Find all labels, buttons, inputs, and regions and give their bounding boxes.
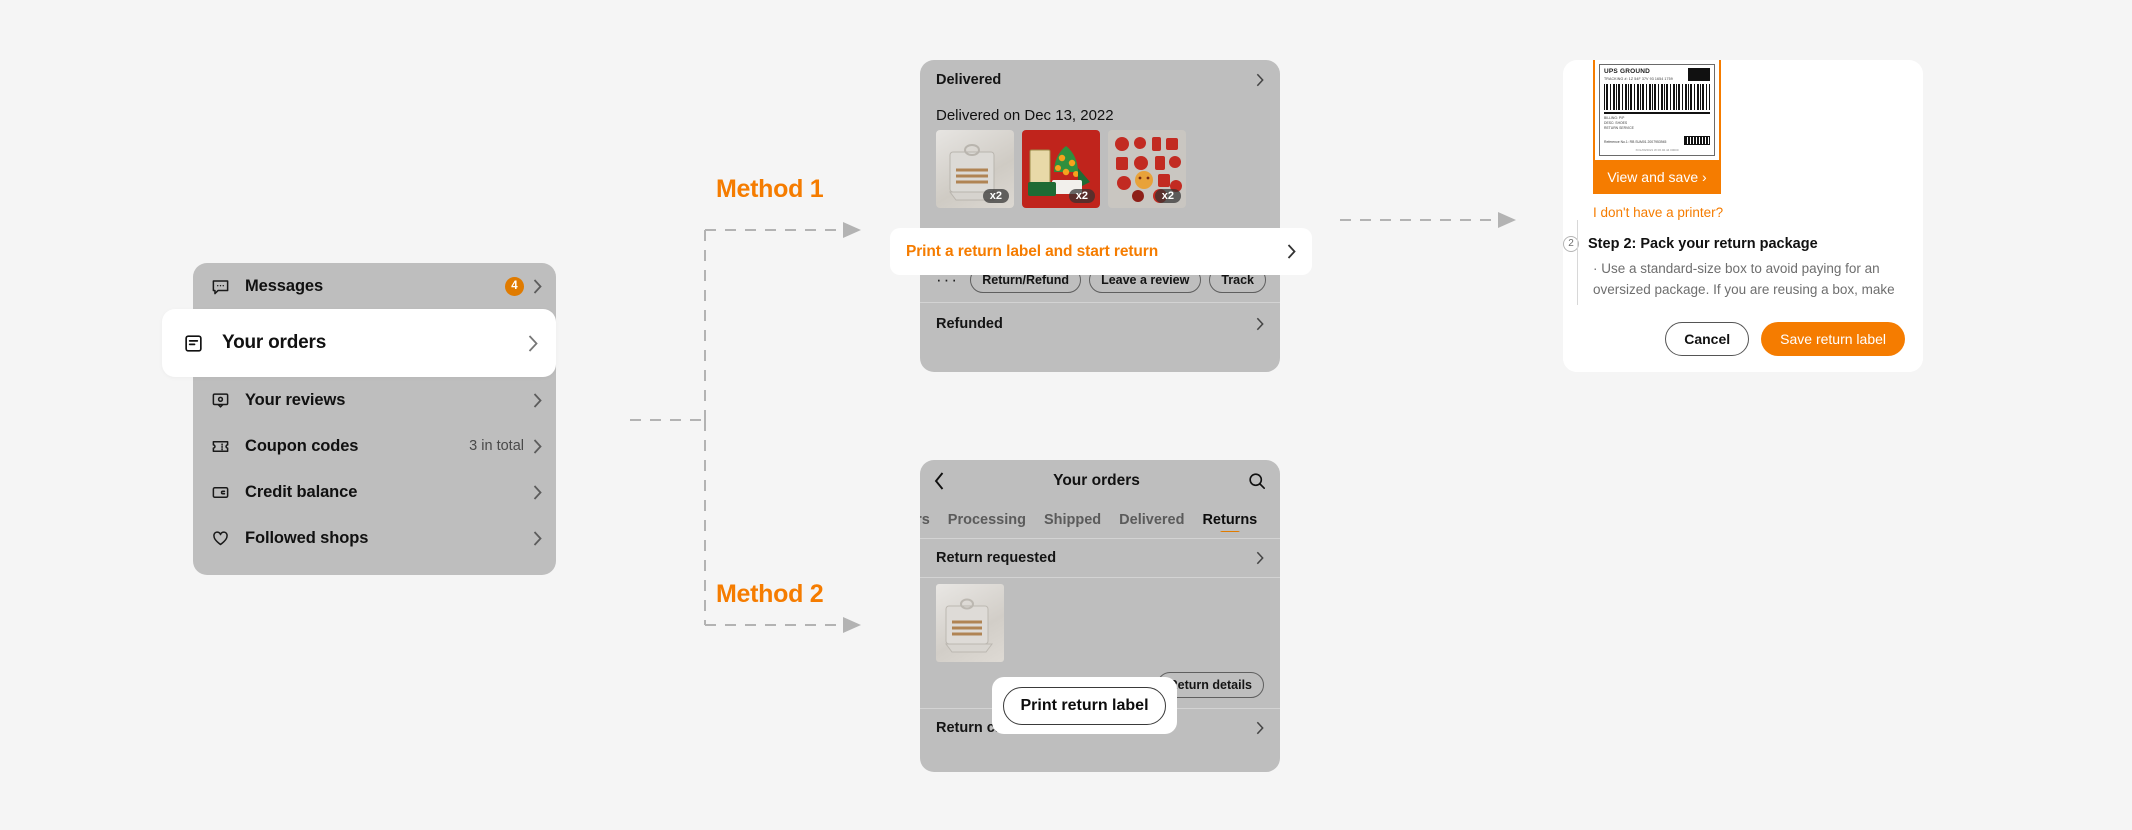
no-printer-link[interactable]: I don't have a printer? <box>1593 194 1923 220</box>
tab-processing[interactable]: Processing <box>948 512 1026 532</box>
shipping-label[interactable]: UPS GROUND TRACKING #: 1Z 54F 37V 93 165… <box>1599 64 1715 156</box>
method-1-label: Method 1 <box>716 175 824 203</box>
coupon-icon <box>209 435 231 457</box>
carrier-name: UPS GROUND <box>1604 68 1651 75</box>
orders-header: Your orders <box>920 460 1280 502</box>
order-thumbnails: x2 x2 x2 <box>920 128 1280 208</box>
sidebar-item-followed-shops[interactable]: Followed shops <box>193 515 556 561</box>
product-thumbnail[interactable] <box>936 584 1004 662</box>
review-icon <box>209 389 231 411</box>
refunded-section[interactable]: Refunded <box>920 303 1280 345</box>
print-return-label-start-return-row[interactable]: Print a return label and start return <box>890 228 1312 275</box>
chevron-right-icon <box>533 438 542 454</box>
sidebar-item-coupon-codes[interactable]: Coupon codes 3 in total <box>193 423 556 469</box>
sidebar-item-messages[interactable]: Messages 4 <box>193 263 556 309</box>
sidebar-item-label: Your reviews <box>245 390 346 409</box>
search-icon[interactable] <box>1248 472 1266 490</box>
diagram-canvas: Method 1 Method 2 Messages 4 Your review… <box>0 0 2132 830</box>
label-service-lines: BILLING: P/P DESC: SHOES RETURN SERVICE <box>1604 116 1634 130</box>
chevron-right-icon <box>533 392 542 408</box>
tab-returns[interactable]: Returns <box>1202 512 1257 532</box>
return-item-thumbnail-wrap <box>920 578 1280 662</box>
chevron-right-icon <box>533 278 542 294</box>
view-and-save-button[interactable]: View and save › <box>1593 159 1721 194</box>
step-body-text: · Use a standard-size box to avoid payin… <box>1593 260 1895 297</box>
heart-icon <box>209 527 231 549</box>
return-label-footer: Cancel Save return label <box>1563 305 1923 372</box>
sidebar-item-credit-balance[interactable]: Credit balance <box>193 469 556 515</box>
sidebar-item-label: Coupon codes <box>245 436 359 455</box>
sidebar-item-your-orders[interactable]: Your orders <box>162 309 556 377</box>
chevron-right-icon <box>1256 317 1264 331</box>
maxicode-icon <box>1684 135 1710 145</box>
refunded-label: Refunded <box>936 316 1003 332</box>
step-2-block: 2 Step 2: Pack your return package · Use… <box>1563 219 1923 331</box>
return-requested-label: Return requested <box>936 550 1057 566</box>
step-title: Step 2: Pack your return package <box>1588 235 1818 252</box>
tracking-number: TRACKING #: 1Z 54F 37V 93 1654 1759 <box>1604 77 1673 82</box>
tab-all-orders[interactable]: ers <box>920 512 930 532</box>
print-return-label-text: Print a return label and start return <box>906 242 1159 260</box>
page-title: Your orders <box>1053 472 1140 489</box>
quantity-badge: x2 <box>1068 189 1095 203</box>
save-return-label-button[interactable]: Save return label <box>1761 321 1905 356</box>
method-2-label: Method 2 <box>716 580 824 608</box>
chevron-right-icon <box>1287 244 1296 259</box>
orders-icon <box>182 332 204 354</box>
print-return-label-button[interactable]: Print return label <box>1003 686 1166 725</box>
delivered-date: Delivered on Dec 13, 2022 <box>936 107 1114 124</box>
print-return-label-highlight: Print return label <box>992 677 1177 734</box>
barcode-icon <box>1604 84 1710 111</box>
order-status-label: Delivered <box>936 72 1002 88</box>
sidebar-highlight-label: Your orders <box>222 332 327 353</box>
return-requested-section[interactable]: Return requested <box>920 539 1280 577</box>
quantity-badge: x2 <box>982 189 1009 203</box>
tab-delivered[interactable]: Delivered <box>1119 512 1184 532</box>
chevron-right-icon <box>1256 721 1264 735</box>
chevron-right-icon <box>533 484 542 500</box>
sidebar-item-label: Messages <box>245 276 324 295</box>
sidebar-item-label: Credit balance <box>245 482 358 501</box>
orders-tabs: ers Processing Shipped Delivered Returns <box>920 502 1280 532</box>
chevron-right-icon <box>1256 551 1264 565</box>
label-reference: Reference No.1: RB SUM01 2007953945 <box>1604 140 1667 144</box>
wallet-icon <box>209 481 231 503</box>
shipping-label-frame: UPS GROUND TRACKING #: 1Z 54F 37V 93 165… <box>1593 60 1721 160</box>
quantity-badge: x2 <box>1154 189 1181 203</box>
message-icon <box>209 275 231 297</box>
sidebar-item-browsing-history[interactable]: Browsing history <box>193 569 556 575</box>
coupon-count: 3 in total <box>469 438 524 454</box>
product-thumbnail[interactable]: x2 <box>1022 130 1100 208</box>
sidebar-item-label: Followed shops <box>245 528 369 547</box>
unread-badge: 4 <box>505 276 524 296</box>
order-status-header[interactable]: Delivered <box>920 60 1280 100</box>
product-thumbnail[interactable]: x2 <box>936 130 1014 208</box>
cancel-button[interactable]: Cancel <box>1665 321 1750 356</box>
sidebar-item-your-reviews[interactable]: Your reviews <box>193 377 556 423</box>
chevron-right-icon <box>528 334 538 352</box>
method1-order-card: Delivered Delivered on Dec 13, 2022 x2 x… <box>920 60 1280 372</box>
tab-shipped[interactable]: Shipped <box>1044 512 1101 532</box>
chevron-right-icon <box>1256 73 1264 87</box>
label-preview-area: UPS GROUND TRACKING #: 1Z 54F 37V 93 165… <box>1563 60 1923 331</box>
chevron-left-icon[interactable] <box>934 472 945 490</box>
label-service-block <box>1688 68 1710 81</box>
product-thumbnail[interactable]: x2 <box>1108 130 1186 208</box>
label-footnote: XOL/09/2021 W 06.02.44 00000 <box>1635 147 1679 152</box>
chevron-right-icon <box>533 530 542 546</box>
